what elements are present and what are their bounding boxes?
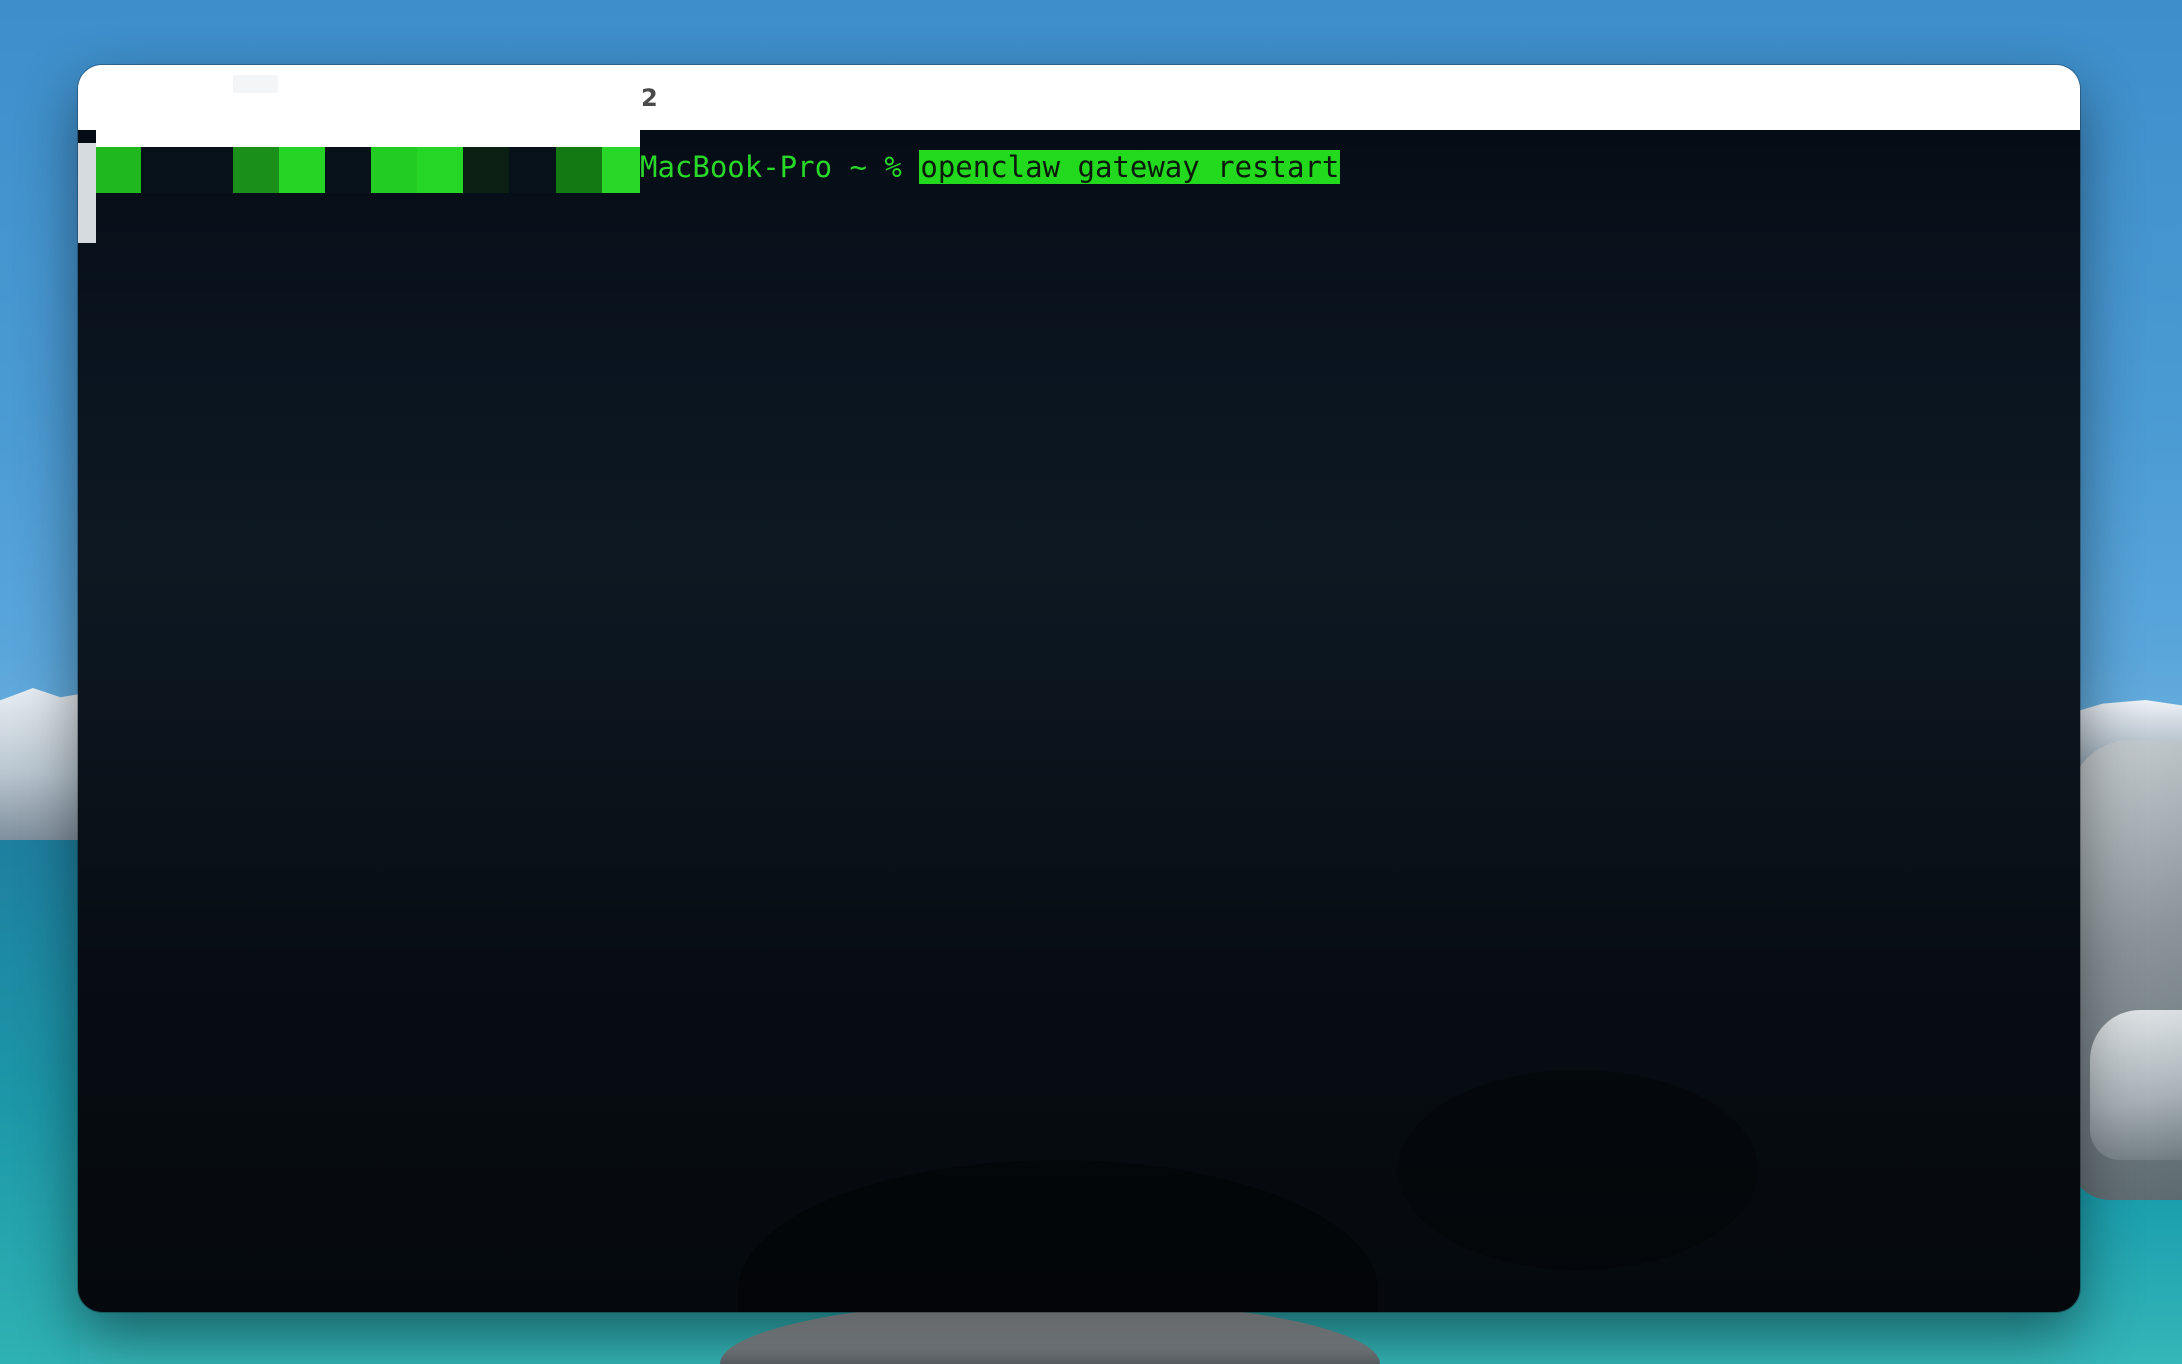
terminal-content-area[interactable]: [78, 130, 2080, 1312]
title-redaction: [233, 75, 278, 93]
window-title: 2: [641, 84, 658, 112]
selected-command-text[interactable]: openclaw gateway restart: [919, 150, 1341, 184]
terminal-prompt-line[interactable]: MacBook-Pro ~ % openclaw gateway restart: [640, 147, 1341, 187]
redaction-pixel: [325, 147, 371, 193]
redaction-pixel: [463, 147, 509, 193]
translucent-wallpaper-rock: [738, 1160, 1378, 1312]
redaction-pixel: [371, 147, 417, 193]
wallpaper-water-left: [0, 840, 80, 1364]
redaction-pixel: [417, 147, 463, 193]
wallpaper-rock-right-lower: [2090, 1010, 2182, 1160]
redaction-pixel: [602, 147, 640, 193]
redaction-pixel: [96, 147, 141, 193]
redaction-pixel: [279, 147, 325, 193]
terminal-window[interactable]: 2 MacBook-Pro ~ % openclaw gateway resta…: [78, 65, 2080, 1312]
redaction-pixel: [141, 147, 233, 193]
redaction-edge: [78, 143, 96, 243]
redaction-pixel: [509, 147, 556, 193]
redaction-pixel: [556, 147, 602, 193]
redaction-white-bar: [96, 105, 640, 147]
prompt-host: MacBook-Pro ~ %: [640, 150, 920, 184]
translucent-wallpaper-rock-2: [1398, 1070, 1758, 1270]
redaction-pixel: [233, 147, 279, 193]
redacted-username: [78, 105, 640, 243]
